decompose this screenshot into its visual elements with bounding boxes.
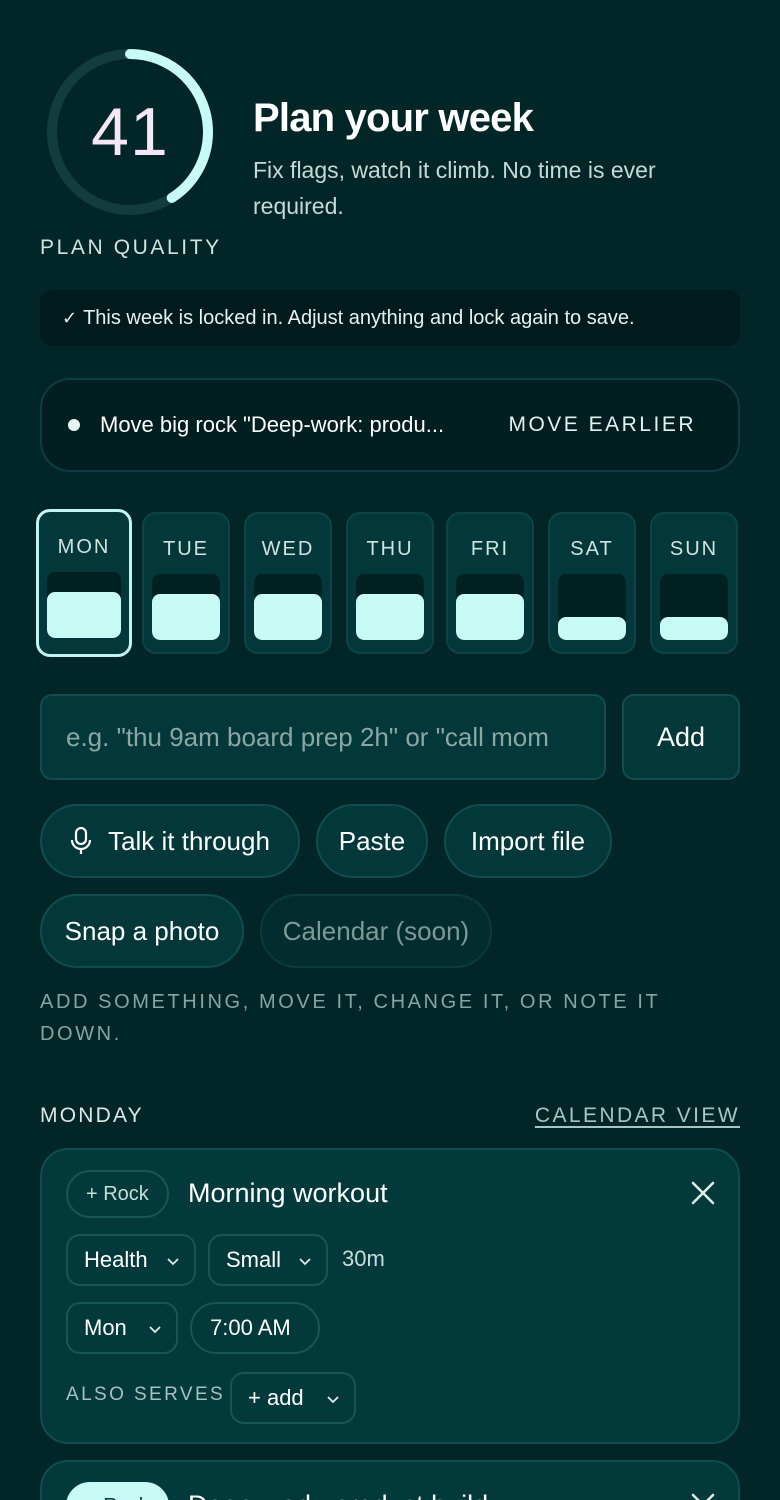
time-field[interactable]: 7:00 AM [190, 1302, 320, 1354]
day-load-fill [47, 591, 121, 638]
day-load-bar [152, 574, 220, 640]
chevron-down-icon [149, 1326, 161, 1334]
day-load-fill [152, 593, 220, 640]
page-subtitle: Fix flags, watch it climb. No time is ev… [253, 157, 656, 219]
day-tile-sat[interactable]: SAT [548, 512, 636, 654]
bullet-dot-icon [68, 419, 80, 431]
check-icon: ✓ [62, 307, 78, 328]
microphone-icon [70, 827, 92, 854]
add-button[interactable]: Add [622, 694, 740, 780]
day-load-bar [47, 572, 121, 638]
time-field-value: 7:00 AM [210, 1315, 291, 1340]
area-select[interactable]: Health [66, 1234, 196, 1286]
close-icon[interactable] [690, 1180, 716, 1206]
move-earlier-button[interactable]: MOVE EARLIER [508, 413, 696, 437]
talk-it-through-button[interactable]: Talk it through [40, 804, 300, 878]
day-load-fill [456, 593, 524, 640]
plan-quality-label: PLAN QUALITY [40, 236, 222, 259]
day-label: TUE [163, 538, 209, 560]
chevron-down-icon [299, 1258, 311, 1266]
day-label: FRI [470, 538, 510, 560]
event-title[interactable]: Deep-work: product build [188, 1490, 488, 1500]
snap-photo-button[interactable]: Snap a photo [40, 894, 244, 968]
quick-add-input[interactable] [40, 694, 606, 780]
day-select-value: Mon [84, 1315, 127, 1340]
locked-status-text: This week is locked in. Adjust anything … [83, 306, 635, 329]
event-card: + Rock Morning workout Health Small 30m … [40, 1148, 740, 1444]
day-load-fill [660, 616, 728, 640]
add-rock-chip[interactable]: + Rock [66, 1482, 169, 1500]
hint-text: ADD SOMETHING, MOVE IT, CHANGE IT, OR NO… [40, 991, 661, 1045]
also-serves-label: ALSO SERVES [66, 1384, 226, 1405]
talk-it-through-label: Talk it through [108, 825, 270, 856]
calendar-soon-button: Calendar (soon) [260, 894, 492, 968]
calendar-view-link[interactable]: CALENDAR VIEW [535, 1104, 740, 1128]
event-title[interactable]: Morning workout [188, 1178, 388, 1209]
day-tile-wed[interactable]: WED [244, 512, 332, 654]
day-load-bar [456, 574, 524, 640]
add-rock-chip[interactable]: + Rock [66, 1170, 169, 1218]
day-load-fill [254, 593, 322, 640]
day-load-bar [254, 574, 322, 640]
import-file-button[interactable]: Import file [444, 804, 612, 878]
size-select[interactable]: Small [208, 1234, 328, 1286]
also-serves-select[interactable]: + add [230, 1372, 356, 1424]
day-load-fill [558, 616, 626, 640]
day-load-fill [356, 593, 424, 640]
day-load-bar [356, 574, 424, 640]
also-serves-value: + add [248, 1385, 304, 1410]
chevron-down-icon [167, 1258, 179, 1266]
day-label: MON [57, 536, 111, 558]
day-section-title: MONDAY [40, 1104, 144, 1127]
page-title: Plan your week [253, 96, 534, 140]
plan-quality-score: 41 [91, 94, 169, 170]
day-load-bar [558, 574, 626, 640]
locked-status-banner: ✓ This week is locked in. Adjust anythin… [40, 290, 740, 346]
day-tile-tue[interactable]: TUE [142, 512, 230, 654]
chevron-down-icon [327, 1396, 339, 1404]
suggestion-text: Move big rock "Deep-work: produ... [100, 412, 445, 437]
day-label: THU [366, 538, 414, 560]
event-duration: 30m [342, 1246, 385, 1271]
day-label: WED [261, 538, 315, 560]
size-select-value: Small [226, 1247, 282, 1272]
day-select[interactable]: Mon [66, 1302, 178, 1354]
day-tile-sun[interactable]: SUN [650, 512, 738, 654]
suggestion-card: Move big rock "Deep-work: produ... MOVE … [40, 378, 740, 472]
day-tile-mon[interactable]: MON [36, 509, 132, 657]
day-load-bar [660, 574, 728, 640]
day-label: SUN [669, 538, 719, 560]
day-tile-thu[interactable]: THU [346, 512, 434, 654]
event-card: + Rock Deep-work: product build [40, 1460, 740, 1500]
day-label: SAT [570, 538, 614, 560]
area-select-value: Health [84, 1247, 148, 1272]
close-icon[interactable] [690, 1492, 716, 1500]
paste-button[interactable]: Paste [316, 804, 428, 878]
day-tile-fri[interactable]: FRI [446, 512, 534, 654]
